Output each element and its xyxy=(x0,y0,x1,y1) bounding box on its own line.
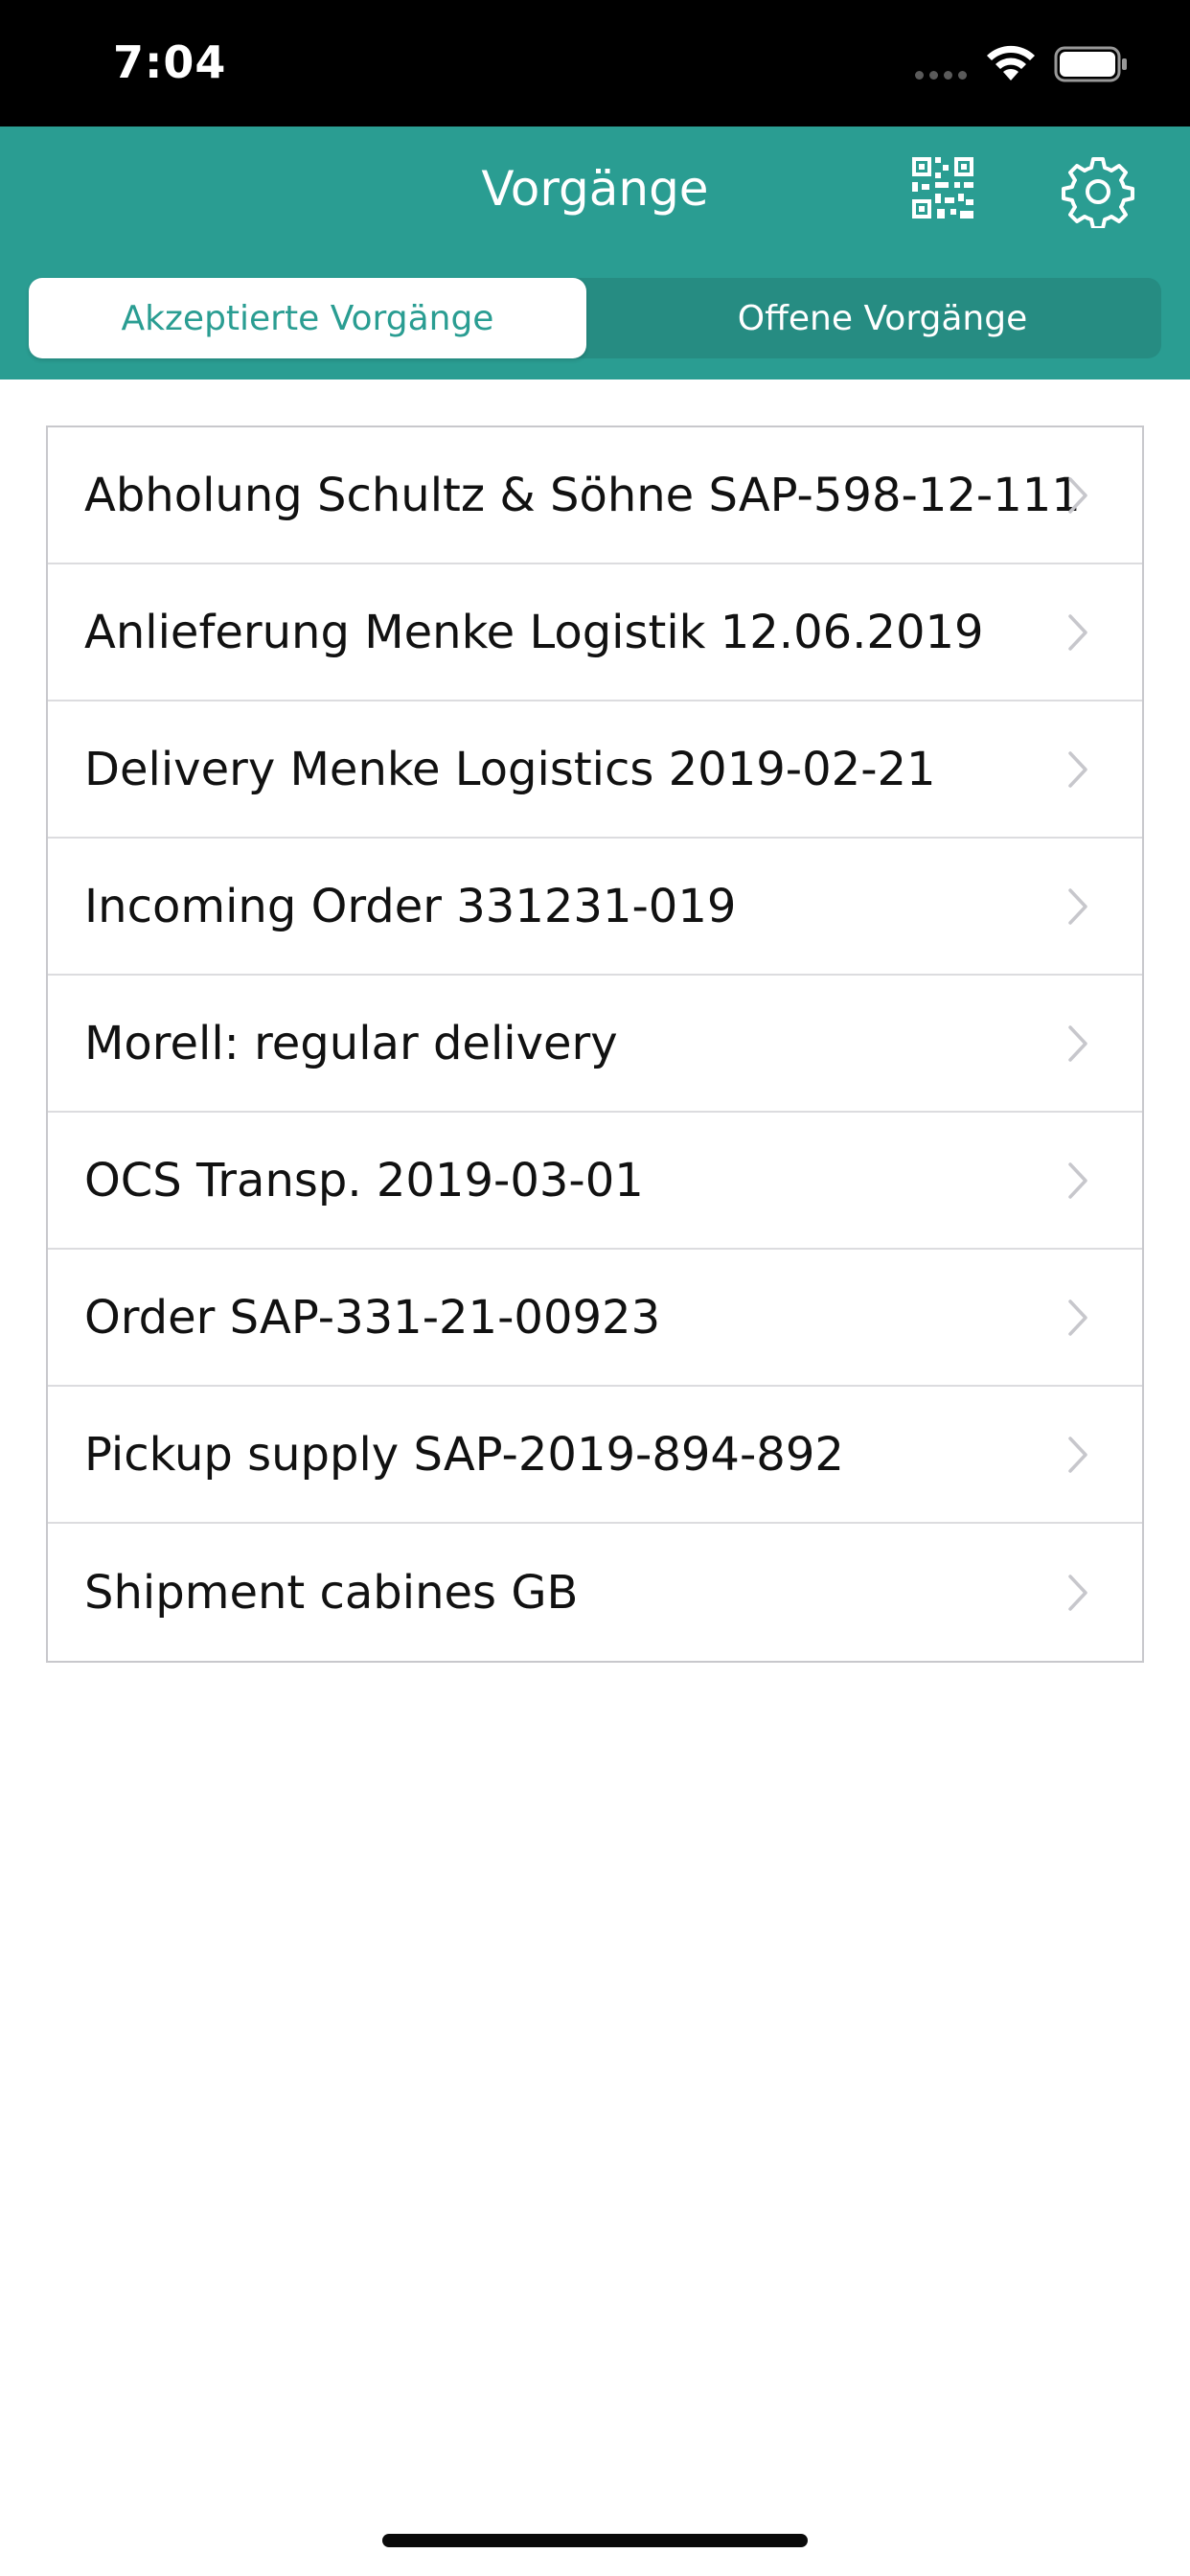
chevron-right-icon xyxy=(1068,750,1087,788)
transaction-list: Abholung Schultz & Söhne SAP-598-12-111 … xyxy=(46,426,1144,1663)
list-item[interactable]: Abholung Schultz & Söhne SAP-598-12-111 xyxy=(48,427,1142,564)
tab-akzeptierte-vorgaenge[interactable]: Akzeptierte Vorgänge xyxy=(29,278,586,358)
list-item-label: Abholung Schultz & Söhne SAP-598-12-111 xyxy=(84,468,1081,522)
list-item[interactable]: Anlieferung Menke Logistik 12.06.2019 xyxy=(48,564,1142,702)
list-item-label: Incoming Order 331231-019 xyxy=(84,879,737,933)
list-item-label: Morell: regular delivery xyxy=(84,1016,618,1070)
status-time: 7:04 xyxy=(113,36,227,88)
chevron-right-icon xyxy=(1068,1162,1087,1199)
battery-icon xyxy=(1054,46,1127,82)
chevron-right-icon xyxy=(1068,1574,1087,1611)
list-item-label: Shipment cabines GB xyxy=(84,1565,579,1620)
list-item[interactable]: Order SAP-331-21-00923 xyxy=(48,1250,1142,1387)
page-title: Vorgänge xyxy=(481,161,709,217)
list-item-label: Pickup supply SAP-2019-894-892 xyxy=(84,1427,844,1482)
list-item[interactable]: OCS Transp. 2019-03-01 xyxy=(48,1113,1142,1250)
home-indicator[interactable] xyxy=(382,2534,808,2547)
navigation-bar: Vorgänge Akzeptierte Vorgänge Offene Vor… xyxy=(0,126,1190,380)
chevron-right-icon xyxy=(1068,887,1087,925)
wifi-icon xyxy=(987,45,1035,80)
cellular-signal-icon xyxy=(915,71,967,80)
list-item[interactable]: Shipment cabines GB xyxy=(48,1524,1142,1661)
qr-code-icon[interactable] xyxy=(910,155,975,220)
chevron-right-icon xyxy=(1068,1436,1087,1473)
list-item[interactable]: Incoming Order 331231-019 xyxy=(48,839,1142,976)
list-item[interactable]: Pickup supply SAP-2019-894-892 xyxy=(48,1387,1142,1524)
list-item[interactable]: Delivery Menke Logistics 2019-02-21 xyxy=(48,702,1142,839)
chevron-right-icon xyxy=(1068,613,1087,651)
list-item-label: Anlieferung Menke Logistik 12.06.2019 xyxy=(84,605,984,659)
status-bar: 7:04 xyxy=(0,0,1190,126)
chevron-right-icon xyxy=(1068,1024,1087,1062)
chevron-right-icon xyxy=(1068,476,1087,514)
list-item-label: Delivery Menke Logistics 2019-02-21 xyxy=(84,742,936,796)
list-item-label: Order SAP-331-21-00923 xyxy=(84,1290,661,1345)
segmented-control: Akzeptierte Vorgänge Offene Vorgänge xyxy=(29,278,1161,358)
tab-offene-vorgaenge[interactable]: Offene Vorgänge xyxy=(604,278,1161,358)
gear-icon[interactable] xyxy=(1062,155,1134,228)
list-item-label: OCS Transp. 2019-03-01 xyxy=(84,1153,644,1208)
chevron-right-icon xyxy=(1068,1299,1087,1336)
list-item[interactable]: Morell: regular delivery xyxy=(48,976,1142,1113)
